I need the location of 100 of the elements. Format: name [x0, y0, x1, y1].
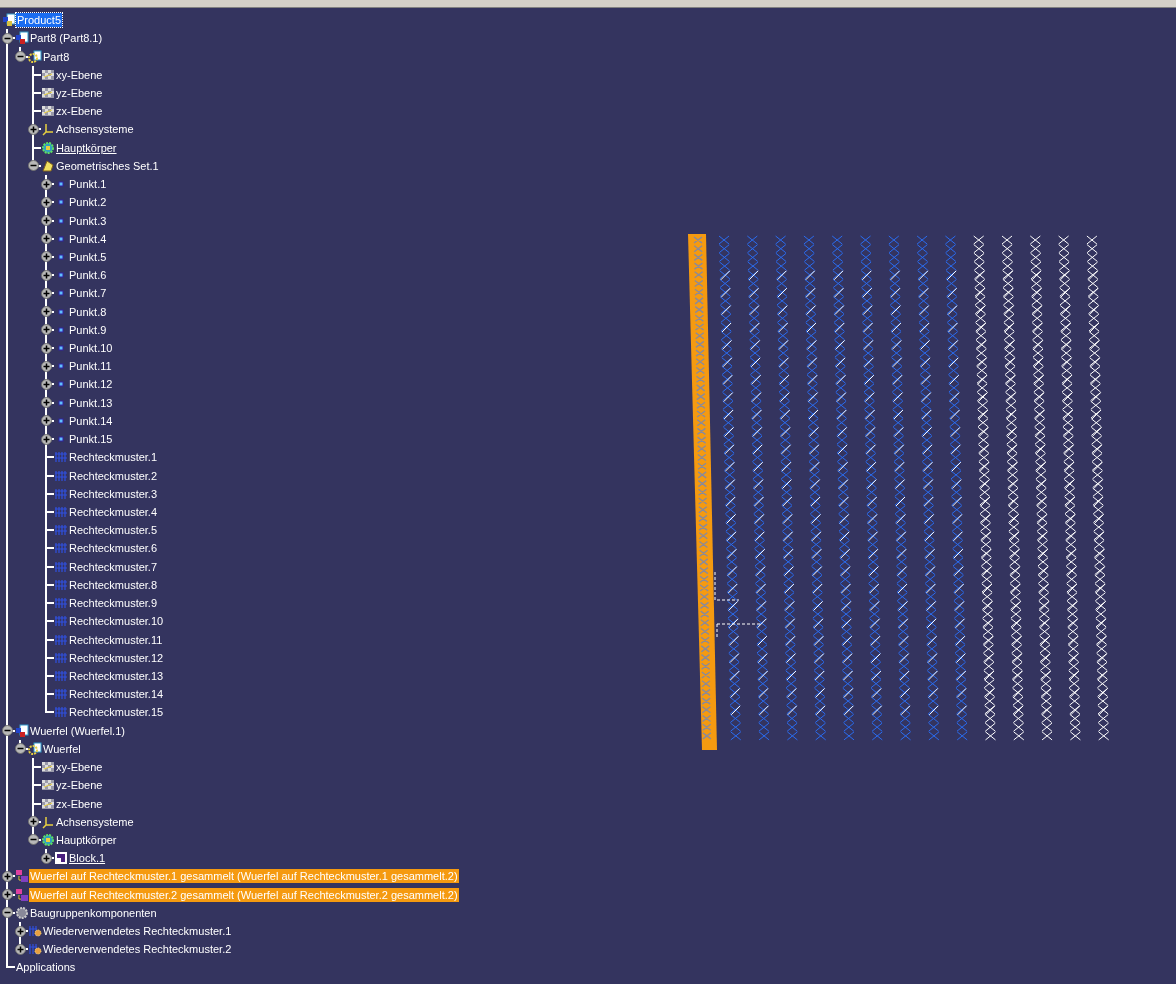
- tree-item-label[interactable]: Punkt.3: [68, 213, 108, 228]
- tree-item-label[interactable]: Rechteckmuster.12: [68, 650, 165, 665]
- tree-item-label[interactable]: xy-Ebene: [55, 760, 104, 775]
- plane-icon: [41, 104, 55, 119]
- pattern-icon: [54, 577, 68, 592]
- tree-item-label[interactable]: Rechteckmuster.11: [68, 632, 164, 647]
- tree-item-label[interactable]: Punkt.14: [68, 413, 114, 428]
- pattern-gear-icon: [28, 942, 42, 957]
- expand-toggle[interactable]: [41, 324, 52, 336]
- expand-toggle[interactable]: [41, 379, 52, 390]
- tree-item-label[interactable]: Rechteckmuster.8: [68, 577, 159, 592]
- pattern-icon: [54, 650, 68, 665]
- expand-toggle[interactable]: [28, 816, 39, 828]
- tree-item-label[interactable]: Punkt.6: [68, 268, 108, 283]
- part-icon: [28, 49, 42, 64]
- tree-item-label[interactable]: Rechteckmuster.9: [68, 596, 159, 611]
- expand-toggle[interactable]: [41, 178, 52, 190]
- product-icon: [2, 13, 16, 28]
- expand-toggle[interactable]: [41, 415, 52, 427]
- tree-item-label[interactable]: Product5: [16, 13, 63, 28]
- expand-toggle[interactable]: [41, 360, 52, 372]
- expand-toggle[interactable]: [15, 51, 26, 63]
- pattern-icon: [54, 505, 68, 519]
- pattern-icon: [54, 614, 68, 629]
- tree-item-label[interactable]: Rechteckmuster.4: [68, 505, 159, 519]
- pattern-icon: [54, 687, 68, 702]
- geometry-set-icon: [41, 158, 55, 173]
- tree-item-label[interactable]: Punkt.13: [68, 395, 114, 410]
- expand-toggle[interactable]: [41, 269, 52, 281]
- plane-icon: [41, 86, 55, 100]
- tree-item-label[interactable]: Rechteckmuster.2: [68, 468, 159, 483]
- tree-item-label[interactable]: Rechteckmuster.5: [68, 523, 159, 538]
- tree-item-label[interactable]: Hauptkörper: [55, 832, 118, 847]
- tree-item-label[interactable]: Rechteckmuster.7: [68, 559, 159, 574]
- expand-toggle[interactable]: [41, 397, 52, 409]
- tree-item-label[interactable]: Geometrisches Set.1: [55, 158, 160, 173]
- tree-item-label[interactable]: Wuerfel: [42, 741, 82, 756]
- expand-toggle[interactable]: [41, 287, 52, 299]
- tree-item-label[interactable]: Punkt.9: [68, 322, 108, 337]
- plane-icon: [41, 760, 55, 775]
- expand-toggle[interactable]: [28, 160, 39, 172]
- expand-toggle[interactable]: [41, 433, 52, 445]
- tree-item-label[interactable]: yz-Ebene: [55, 86, 104, 100]
- pattern-icon: [54, 523, 68, 538]
- pattern-icon: [54, 468, 68, 483]
- tree-item-label[interactable]: Rechteckmuster.10: [68, 614, 165, 629]
- tree-item-label[interactable]: Achsensysteme: [55, 122, 135, 137]
- expand-toggle[interactable]: [41, 342, 52, 354]
- tree-item-label[interactable]: Wuerfel (Wuerfel.1): [29, 723, 126, 738]
- tree-item-label[interactable]: Punkt.12: [68, 377, 114, 392]
- expand-toggle[interactable]: [41, 233, 52, 245]
- tree-item-label[interactable]: Rechteckmuster.13: [68, 669, 165, 683]
- pattern-icon: [54, 705, 68, 720]
- tree-item-label[interactable]: Hauptkörper: [55, 140, 118, 155]
- tree-item-label[interactable]: Punkt.7: [68, 286, 108, 301]
- expand-toggle[interactable]: [2, 32, 13, 44]
- tree-item-label[interactable]: Punkt.11: [68, 359, 113, 374]
- tree-item-label[interactable]: Rechteckmuster.14: [68, 687, 165, 702]
- pattern-icon: [54, 632, 68, 647]
- tree-item-label[interactable]: Block.1: [68, 851, 107, 866]
- expand-toggle[interactable]: [41, 251, 52, 263]
- tree-item-label[interactable]: Rechteckmuster.6: [68, 541, 159, 556]
- tree-item-label[interactable]: Part8: [42, 49, 71, 64]
- expand-toggle[interactable]: [41, 852, 52, 864]
- tree-item-label[interactable]: zx-Ebene: [55, 104, 104, 119]
- tree-item-label[interactable]: Rechteckmuster.1: [68, 450, 159, 465]
- plane-icon: [41, 67, 55, 82]
- tree-item-label[interactable]: yz-Ebene: [55, 778, 104, 793]
- expand-toggle[interactable]: [28, 123, 39, 135]
- pattern-icon: [54, 559, 68, 574]
- tree-item-label[interactable]: Wiederverwendetes Rechteckmuster.1: [42, 924, 233, 939]
- tree-item-label[interactable]: zx-Ebene: [55, 796, 104, 811]
- tree-item-label[interactable]: Punkt.2: [68, 195, 108, 210]
- tree-item-label[interactable]: Punkt.10: [68, 341, 114, 356]
- expand-toggle[interactable]: [15, 925, 26, 937]
- tree-item-label[interactable]: Baugruppenkomponenten: [29, 905, 158, 920]
- tree-item-label[interactable]: Applications: [15, 960, 77, 975]
- expand-toggle[interactable]: [28, 834, 39, 846]
- tree-item-label[interactable]: Punkt.1: [68, 177, 108, 192]
- expand-toggle[interactable]: [2, 870, 13, 882]
- tree-item-label[interactable]: xy-Ebene: [55, 67, 104, 82]
- expand-toggle[interactable]: [15, 943, 26, 955]
- expand-toggle[interactable]: [41, 196, 52, 208]
- tree-item-label[interactable]: Part8 (Part8.1): [29, 31, 104, 46]
- expand-toggle[interactable]: [41, 306, 52, 318]
- tree-item-label[interactable]: Rechteckmuster.15: [68, 705, 165, 720]
- tree-item-label[interactable]: Punkt.4: [68, 231, 108, 246]
- tree-item-label[interactable]: Achsensysteme: [55, 814, 135, 829]
- product-icon: [15, 31, 29, 46]
- expand-toggle[interactable]: [15, 743, 26, 755]
- tree-item-label[interactable]: Punkt.8: [68, 304, 108, 319]
- tree-item-label[interactable]: Punkt.15: [68, 432, 114, 447]
- pattern-icon: [54, 596, 68, 611]
- tree-item-label[interactable]: Rechteckmuster.3: [68, 486, 159, 501]
- tree-item-label[interactable]: Wiederverwendetes Rechteckmuster.2: [42, 942, 233, 957]
- expand-toggle[interactable]: [2, 725, 13, 737]
- expand-toggle[interactable]: [2, 907, 13, 919]
- expand-toggle[interactable]: [2, 889, 13, 901]
- expand-toggle[interactable]: [41, 215, 52, 226]
- tree-item-label[interactable]: Punkt.5: [68, 249, 108, 264]
